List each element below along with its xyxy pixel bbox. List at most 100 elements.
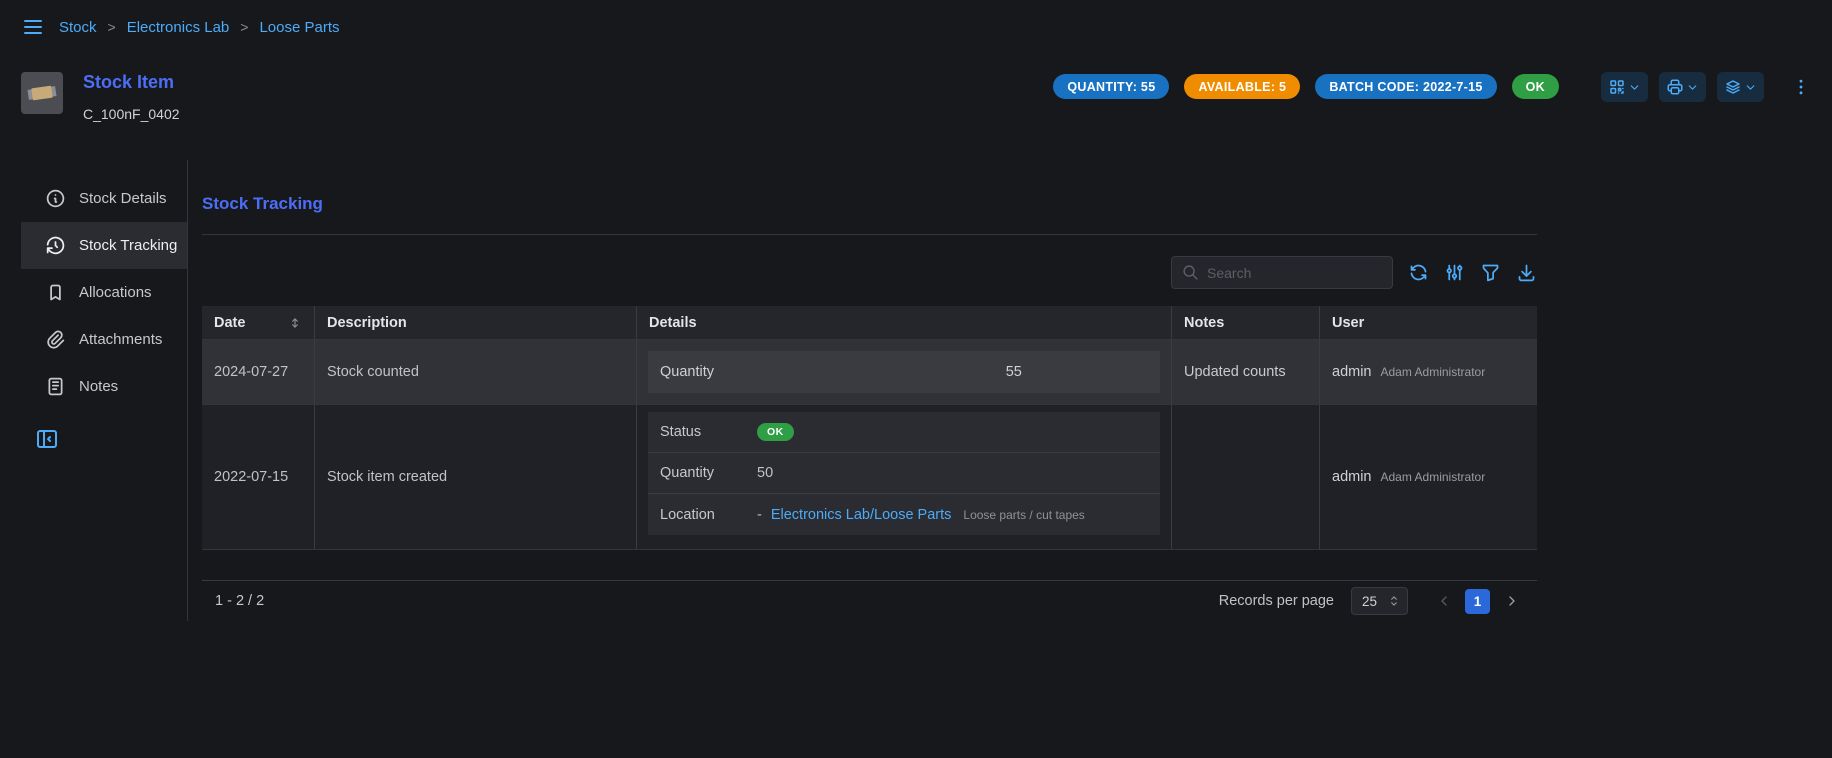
user-fullname: Adam Administrator <box>1381 470 1486 484</box>
breadcrumb-separator: > <box>240 19 248 35</box>
notes-text: Updated counts <box>1184 364 1286 380</box>
breadcrumb-electronics-lab[interactable]: Electronics Lab <box>127 19 230 36</box>
sidebar-collapse-icon[interactable] <box>35 427 59 451</box>
cell-notes <box>1172 405 1320 549</box>
cell-notes: Updated counts <box>1172 340 1320 404</box>
pager: 1 <box>1431 589 1524 614</box>
location-description: Loose parts / cut tapes <box>963 508 1084 522</box>
sidebar-item-label: Stock Details <box>79 190 167 207</box>
user-fullname: Adam Administrator <box>1381 365 1486 379</box>
column-header-user[interactable]: User <box>1320 306 1537 339</box>
sidebar-item-label: Stock Tracking <box>79 237 177 254</box>
table-header-row: Date Description Details Notes User <box>202 306 1537 340</box>
column-header-details[interactable]: Details <box>637 306 1172 339</box>
sidebar-item-label: Notes <box>79 378 118 395</box>
sidebar-item-notes[interactable]: Notes <box>21 363 187 410</box>
table-row[interactable]: 2022-07-15 Stock item created Status OK … <box>202 405 1537 550</box>
records-per-page-label: Records per page <box>1219 593 1334 609</box>
column-header-date[interactable]: Date <box>202 306 315 339</box>
table-row[interactable]: 2024-07-27 Stock counted Quantity 55 Upd… <box>202 340 1537 405</box>
sidebar-item-attachments[interactable]: Attachments <box>21 316 187 363</box>
column-header-notes[interactable]: Notes <box>1172 306 1320 339</box>
sidebar-item-stock-details[interactable]: Stock Details <box>21 175 187 222</box>
breadcrumb-separator: > <box>108 19 116 35</box>
search-box[interactable] <box>1171 256 1393 289</box>
chevron-down-icon <box>1744 81 1757 94</box>
history-icon <box>45 235 66 256</box>
chevron-down-icon <box>1686 81 1699 94</box>
next-page-button[interactable] <box>1499 589 1524 614</box>
stock-tracking-table: Date Description Details Notes User 2024… <box>202 306 1537 550</box>
page-title: Stock Item <box>83 72 180 93</box>
breadcrumb: Stock > Electronics Lab > Loose Parts <box>59 19 340 36</box>
top-navigation-bar: Stock > Electronics Lab > Loose Parts <box>0 0 1832 54</box>
sidebar-item-label: Allocations <box>79 284 152 301</box>
breadcrumb-stock[interactable]: Stock <box>59 19 97 36</box>
search-input[interactable] <box>1207 265 1382 281</box>
header-action-buttons <box>1601 72 1811 102</box>
print-actions-button[interactable] <box>1659 72 1706 102</box>
detail-row-quantity: Quantity 55 <box>648 351 1160 393</box>
stock-item-thumbnail[interactable] <box>21 72 63 114</box>
page-1-button[interactable]: 1 <box>1465 589 1490 614</box>
refresh-icon[interactable] <box>1408 262 1429 283</box>
barcode-actions-button[interactable] <box>1601 72 1648 102</box>
cell-date: 2022-07-15 <box>202 405 315 549</box>
filter-icon[interactable] <box>1480 262 1501 283</box>
main-panel: Stock Tracking <box>202 160 1537 621</box>
part-name: C_100nF_0402 <box>83 106 180 122</box>
content-area: Stock Details Stock Tracking Allocations <box>0 160 1832 621</box>
bookmark-icon <box>45 282 66 303</box>
detail-value: 55 <box>880 364 1148 380</box>
table-options-icon[interactable] <box>1444 262 1465 283</box>
paperclip-icon <box>45 329 66 350</box>
sort-icon[interactable] <box>288 316 302 330</box>
page-size-select[interactable]: 25 <box>1351 587 1408 615</box>
detail-key: Location <box>660 507 757 523</box>
chevron-down-icon <box>1628 81 1641 94</box>
status-ok-badge: OK <box>1512 74 1559 99</box>
detail-key: Status <box>660 424 757 440</box>
cell-user: admin Adam Administrator <box>1320 340 1537 404</box>
location-link[interactable]: Electronics Lab/Loose Parts <box>771 507 952 523</box>
notes-icon <box>45 376 66 397</box>
printer-icon <box>1666 78 1684 96</box>
cell-details: Quantity 55 <box>637 340 1172 404</box>
batch-code-badge: BATCH CODE: 2022-7-15 <box>1315 74 1496 99</box>
panel-sidebar: Stock Details Stock Tracking Allocations <box>21 160 188 621</box>
pagination-controls: Records per page 25 1 <box>1219 587 1524 615</box>
cell-user: admin Adam Administrator <box>1320 405 1537 549</box>
panel-title: Stock Tracking <box>202 194 1537 214</box>
record-range: 1 - 2 / 2 <box>215 593 264 609</box>
detail-key: Quantity <box>660 465 757 481</box>
column-header-description[interactable]: Description <box>315 306 637 339</box>
panel-divider <box>202 234 1537 235</box>
info-circle-icon <box>45 188 66 209</box>
sidebar-item-allocations[interactable]: Allocations <box>21 269 187 316</box>
capacitor-image <box>27 82 57 104</box>
sidebar-item-stock-tracking[interactable]: Stock Tracking <box>21 222 187 269</box>
status-ok-badge: OK <box>757 423 794 441</box>
detail-row-location: Location - Electronics Lab/Loose Parts L… <box>648 494 1160 535</box>
table-footer: 1 - 2 / 2 Records per page 25 1 <box>202 580 1537 621</box>
header-titles: Stock Item C_100nF_0402 <box>83 72 180 122</box>
detail-row-quantity: Quantity 50 <box>648 453 1160 494</box>
detail-value: 50 <box>757 465 773 481</box>
cell-description: Stock counted <box>315 340 637 404</box>
download-icon[interactable] <box>1516 262 1537 283</box>
quantity-badge: QUANTITY: 55 <box>1053 74 1169 99</box>
detail-row-status: Status OK <box>648 412 1160 453</box>
previous-page-button[interactable] <box>1431 589 1456 614</box>
search-icon <box>1182 264 1199 281</box>
username: admin <box>1332 364 1372 380</box>
cell-details: Status OK Quantity 50 Location - Electro… <box>637 405 1172 549</box>
status-badges: QUANTITY: 55 AVAILABLE: 5 BATCH CODE: 20… <box>1053 72 1559 99</box>
stock-actions-button[interactable] <box>1717 72 1764 102</box>
breadcrumb-loose-parts[interactable]: Loose Parts <box>259 19 339 36</box>
username: admin <box>1332 469 1372 485</box>
overflow-menu-icon[interactable] <box>1791 72 1811 97</box>
selector-icon <box>1387 594 1401 608</box>
details-subtable: Status OK Quantity 50 Location - Electro… <box>648 412 1160 535</box>
hamburger-menu-icon[interactable] <box>21 15 45 39</box>
table-toolbar <box>202 256 1537 289</box>
